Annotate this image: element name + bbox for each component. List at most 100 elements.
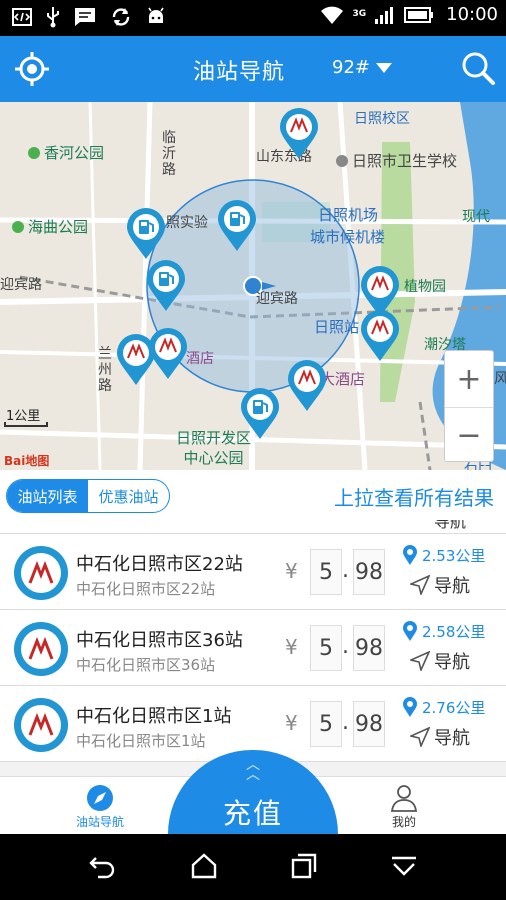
chevron-up-icon: ︿ ︿ [246,757,260,783]
map-label-hotel-left: 酒店 [186,351,214,367]
price-integer: 5 [310,549,342,595]
nav-tab-label: 我的 [391,815,416,829]
map-label-shiyan: 照实验 [166,215,208,231]
signal-icon [375,6,394,24]
gas-station-marker[interactable] [146,260,186,312]
station-subtitle: 中石化日照市区36站 [76,656,216,674]
home-icon[interactable] [190,852,218,880]
price-decimal-point: . [342,558,349,583]
map-label-xiandai: 现代 [462,209,490,225]
recharge-button[interactable]: ︿ ︿ 充值 [168,750,338,834]
station-name: 中石化日照市区36站 [76,630,243,651]
station-list[interactable]: 导航 中石化日照市区22站 中石化日照市区22站 ¥ 5 . 98 2.53公里… [0,520,506,776]
navigation-arrow-icon [410,575,430,595]
gas-station-marker[interactable] [240,388,280,440]
clock: 10:00 [446,4,498,25]
location-pin-icon [403,697,417,717]
map-label-airport-building: 城市候机楼 [310,228,386,246]
currency-symbol: ¥ [285,635,298,659]
price-integer: 5 [310,701,342,747]
status-bar: 3G 10:00 [0,0,506,36]
price-decimal: 98 [353,701,385,747]
station-distance: 2.76公里 [402,696,485,718]
gas-station-marker[interactable] [217,200,257,252]
map-poi-haiqu-park: 海曲公园 [12,216,88,237]
search-button[interactable] [460,50,496,90]
sinopec-station-marker[interactable] [360,310,400,362]
recharge-label: 充值 [222,797,283,830]
navigate-button[interactable]: 导航 [410,572,470,598]
back-icon[interactable] [88,852,116,880]
station-subtitle: 中石化日照市区1站 [76,732,206,750]
sync-icon [112,8,130,26]
currency-symbol: ¥ [285,711,298,735]
fuel-type-value: 92# [332,57,370,78]
currency-symbol: ¥ [285,559,298,583]
gas-station-marker[interactable] [126,208,166,260]
android-icon [148,7,164,23]
search-icon [462,52,495,85]
zoom-control: + − [444,350,494,462]
map-label-airport: 日照机场 [318,206,379,224]
price-decimal-point: . [342,634,349,659]
navigate-button[interactable]: 导航 [410,648,470,674]
developer-icon [12,8,32,26]
price-decimal: 98 [353,549,385,595]
tab-discount-stations[interactable]: 优惠油站 [88,480,169,512]
map-label-rizhao-school: 日照校区 [354,111,410,127]
navigation-arrow-icon [410,727,430,747]
sinopec-station-marker[interactable] [279,108,319,160]
navigation-arrow-icon [410,651,430,671]
map-label-rizhao-station: 日照站 [314,318,360,336]
sinopec-logo-icon [14,546,68,600]
recent-apps-icon[interactable] [290,852,318,880]
zoom-out-button[interactable]: − [445,407,493,463]
price-decimal-point: . [342,710,349,735]
network-type: 3G [352,9,367,19]
battery-icon [404,6,434,23]
sinopec-station-marker[interactable] [148,328,188,380]
baidu-logo: Bai地图 [4,454,50,468]
zoom-in-button[interactable]: + [445,351,493,407]
pull-up-hint[interactable]: 上拉查看所有结果 [334,482,494,511]
app-header: 油站导航 92# [0,36,506,102]
price-decimal: 98 [353,625,385,671]
map-poi-xianghe-park: 香河公园 [28,142,104,163]
station-subtitle: 中石化日照市区22站 [76,580,216,598]
usb-icon [47,7,59,28]
map-label-linyi-road: 临沂路 [162,130,176,178]
fuel-type-selector[interactable]: 92# [332,57,392,78]
map-label-botanical-garden: 植物园 [404,279,446,295]
station-name: 中石化日照市区22站 [76,554,243,575]
user-icon [390,785,418,812]
sinopec-station-marker[interactable] [287,360,327,412]
tab-station-list[interactable]: 油站列表 [7,480,88,512]
location-pin-icon [403,545,417,565]
station-row[interactable]: 中石化日照市区22站 中石化日照市区22站 ¥ 5 . 98 2.53公里 导航 [0,534,506,610]
wifi-icon [321,6,344,24]
station-row[interactable]: 中石化日照市区36站 中石化日照市区36站 ¥ 5 . 98 2.58公里 导航 [0,610,506,686]
map-label-lanzhou-road: 兰州路 [98,346,112,394]
station-distance: 2.53公里 [402,544,485,566]
list-segmented-control: 油站列表 优惠油站 [6,479,170,513]
station-name: 中石化日照市区1站 [76,706,232,727]
location-pin-icon [403,621,417,641]
station-distance: 2.58公里 [402,620,485,642]
map-label-health-school: 日照市卫生学校 [336,150,457,171]
navigate-button[interactable]: 导航 [410,724,470,750]
page-title: 油站导航 [192,60,285,85]
sinopec-logo-icon [14,622,68,676]
price-integer: 5 [310,625,342,671]
map-label-yingbin-road-center: 迎宾路 [256,291,298,307]
list-item-peek[interactable]: 导航 [0,520,506,534]
nav-tab-station-navigation[interactable]: 油站导航 [60,783,140,830]
hide-keyboard-icon[interactable] [390,852,418,880]
system-navigation-bar [0,834,506,900]
map-scale-bar [4,422,48,427]
compass-icon [87,785,113,811]
map-view[interactable]: 香河公园 海曲公园 临沂路 山东东路 日照校区 日照市卫生学校 日照机场 城市候… [0,102,506,470]
chevron-down-icon [376,62,392,73]
map-label-feng: 风 [494,371,506,387]
sinopec-logo-icon [14,698,68,752]
nav-tab-profile[interactable]: 我的 [364,783,444,830]
